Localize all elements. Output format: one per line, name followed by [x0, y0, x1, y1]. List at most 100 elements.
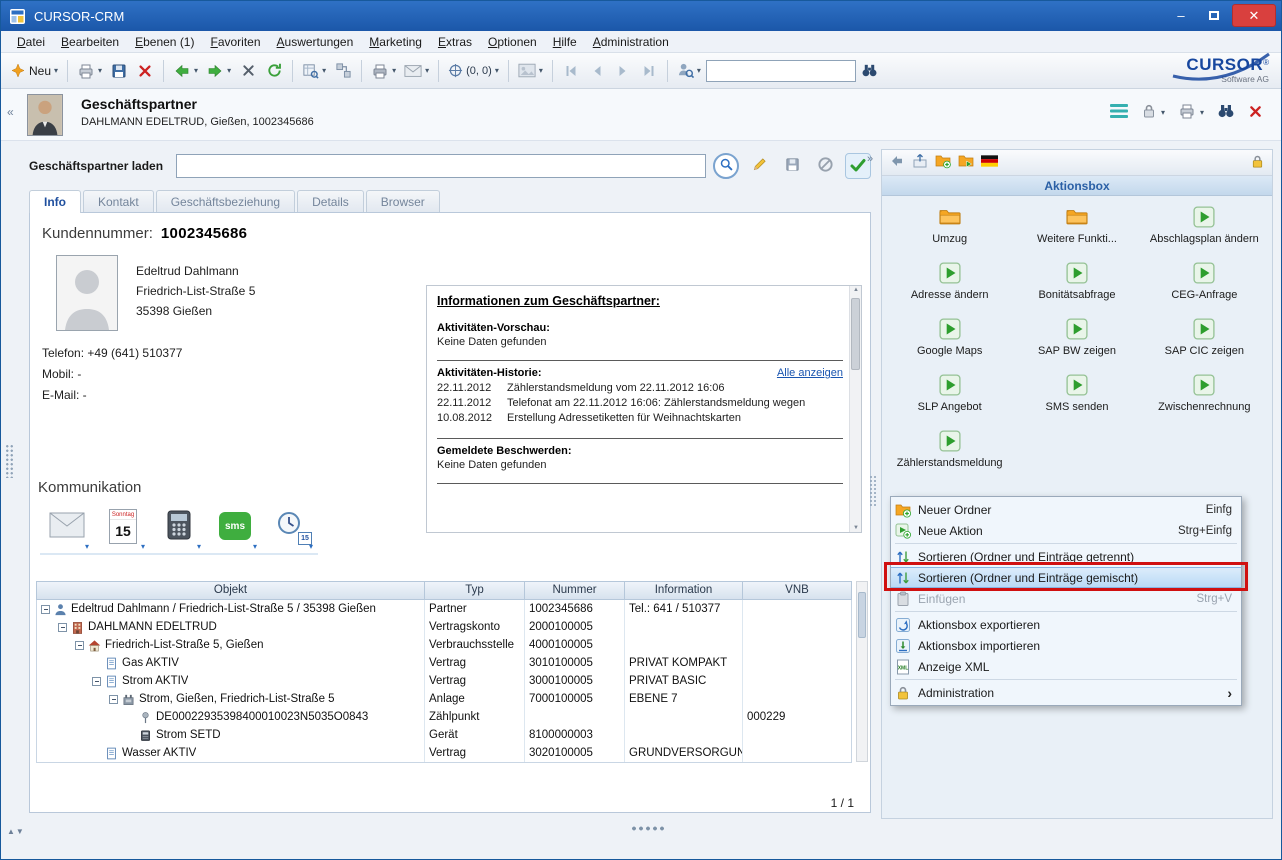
table-row[interactable]: Friedrich-List-Straße 5, GießenVerbrauch…: [37, 636, 851, 654]
action-sap-bw-zeigen[interactable]: SAP BW zeigen: [1013, 318, 1140, 359]
context-menu-aktionsbox-importieren[interactable]: Aktionsbox importieren: [891, 635, 1241, 656]
calendar-action[interactable]: Sonntag 15 ▾: [100, 503, 146, 549]
menu-marketing[interactable]: Marketing: [361, 32, 430, 52]
menu-bearbeiten[interactable]: Bearbeiten: [53, 32, 127, 52]
context-menu-neue-aktion[interactable]: Neue AktionStrg+Einfg: [891, 520, 1241, 541]
scroll-up-icon[interactable]: ▲: [850, 287, 862, 293]
tree-expander[interactable]: [58, 623, 67, 632]
menu-extras[interactable]: Extras: [430, 32, 480, 52]
partner-load-input[interactable]: [176, 154, 706, 178]
action-google-maps[interactable]: Google Maps: [886, 318, 1013, 359]
coordinates-button[interactable]: (0, 0) ▾: [445, 57, 502, 84]
minimize-button[interactable]: –: [1166, 4, 1196, 27]
sms-action[interactable]: sms ▾: [212, 503, 258, 549]
splitter-handle[interactable]: [869, 475, 877, 507]
tab-kontakt[interactable]: Kontakt: [83, 190, 154, 212]
lookup-button[interactable]: ▾: [299, 57, 329, 84]
menu-list-icon[interactable]: [1110, 104, 1128, 121]
bottom-splitter-handle[interactable]: [629, 825, 667, 832]
table-row[interactable]: DAHLMANN EDELTRUDVertragskonto2000100005: [37, 618, 851, 636]
nav-next-button[interactable]: [611, 57, 635, 84]
close-view-icon[interactable]: [1248, 104, 1263, 122]
email-action[interactable]: ▾: [44, 503, 90, 549]
folder-up-icon[interactable]: [912, 153, 928, 172]
maximize-button[interactable]: [1199, 4, 1229, 27]
nav-last-button[interactable]: [637, 57, 661, 84]
lock-icon[interactable]: [1250, 154, 1265, 172]
new-folder-icon[interactable]: [935, 153, 951, 172]
reminder-action[interactable]: 15 ▾: [268, 503, 314, 549]
context-menu-sortieren-ordner-und-einträge-getrennt[interactable]: Sortieren (Ordner und Einträge getrennt): [891, 546, 1241, 567]
print-report-button[interactable]: ▾: [368, 57, 399, 84]
chevron-down-icon[interactable]: ▾: [141, 542, 145, 551]
action-slp-angebot[interactable]: SLP Angebot: [886, 374, 1013, 415]
table-row[interactable]: Edeltrud Dahlmann / Friedrich-List-Straß…: [37, 600, 851, 618]
tree-expander[interactable]: [92, 677, 101, 686]
image-button[interactable]: ▾: [515, 57, 546, 84]
menu-auswertungen[interactable]: Auswertungen: [269, 32, 362, 52]
tab-geschäftsbeziehung[interactable]: Geschäftsbeziehung: [156, 190, 295, 212]
print-record-icon[interactable]: [1178, 102, 1196, 123]
context-menu-einfügen[interactable]: EinfügenStrg+V: [891, 588, 1241, 609]
show-all-link[interactable]: Alle anzeigen: [777, 367, 843, 379]
search-record-icon[interactable]: [1217, 102, 1235, 123]
table-row[interactable]: DE00022935398400010023N5035O0843Zählpunk…: [37, 708, 851, 726]
person-search-button[interactable]: ▾: [674, 57, 704, 84]
column-header-typ[interactable]: Typ: [425, 582, 525, 599]
chevron-down-icon[interactable]: ▾: [1161, 108, 1165, 117]
refresh-button[interactable]: [262, 57, 286, 84]
nav-first-button[interactable]: [559, 57, 583, 84]
close-record-button[interactable]: [236, 57, 260, 84]
scrollbar-thumb[interactable]: [858, 592, 866, 638]
menu-administration[interactable]: Administration: [585, 32, 677, 52]
cancel-button[interactable]: [812, 153, 838, 179]
context-menu-administration[interactable]: Administration›: [891, 682, 1241, 703]
close-button[interactable]: ✕: [1232, 4, 1276, 27]
pane-splitter[interactable]: »: [867, 149, 879, 819]
table-row[interactable]: Gas AKTIVVertrag3010100005PRIVAT KOMPAKT: [37, 654, 851, 672]
save-record-button[interactable]: [779, 153, 805, 179]
bottom-left-controls[interactable]: ▲▼: [7, 827, 25, 836]
action-abschlagsplan-ändern[interactable]: Abschlagsplan ändern: [1141, 206, 1268, 247]
context-menu-sortieren-ordner-und-einträge-gemischt[interactable]: Sortieren (Ordner und Einträge gemischt): [891, 567, 1241, 588]
left-panel-handle[interactable]: [5, 444, 14, 478]
action-umzug[interactable]: Umzug: [886, 206, 1013, 247]
edit-button[interactable]: [746, 153, 772, 179]
tree-expander[interactable]: [75, 641, 84, 650]
lock-icon[interactable]: [1141, 103, 1157, 122]
column-header-information[interactable]: Information: [625, 582, 743, 599]
nav-prev-button[interactable]: [585, 57, 609, 84]
context-menu-aktionsbox-exportieren[interactable]: Aktionsbox exportieren: [891, 614, 1241, 635]
collapse-left-icon[interactable]: «: [7, 105, 14, 119]
context-menu-anzeige-xml[interactable]: XMLAnzeige XML: [891, 656, 1241, 677]
back-button[interactable]: ▾: [170, 57, 201, 84]
action-sms-senden[interactable]: SMS senden: [1013, 374, 1140, 415]
scroll-down-icon[interactable]: ▼: [850, 525, 862, 531]
mail-button[interactable]: ▾: [401, 57, 432, 84]
german-flag-icon[interactable]: [981, 155, 998, 170]
action-bonitätsabfrage[interactable]: Bonitätsabfrage: [1013, 262, 1140, 303]
new-action-icon[interactable]: [958, 153, 974, 172]
expand-right-icon[interactable]: »: [867, 153, 873, 165]
table-row[interactable]: Strom AKTIVVertrag3000100005PRIVAT BASIC: [37, 672, 851, 690]
context-menu-neuer-ordner[interactable]: Neuer OrdnerEinfg: [891, 499, 1241, 520]
tab-info[interactable]: Info: [29, 190, 81, 213]
column-header-nummer[interactable]: Nummer: [525, 582, 625, 599]
delete-button[interactable]: [133, 57, 157, 84]
quick-search-input[interactable]: [706, 60, 856, 82]
phone-action[interactable]: ▾: [156, 503, 202, 549]
action-sap-cic-zeigen[interactable]: SAP CIC zeigen: [1141, 318, 1268, 359]
menu-optionen[interactable]: Optionen: [480, 32, 545, 52]
scrollbar-thumb[interactable]: [851, 298, 860, 370]
tree-expander[interactable]: [41, 605, 50, 614]
action-adresse-ändern[interactable]: Adresse ändern: [886, 262, 1013, 303]
column-header-vnb[interactable]: VNB: [743, 582, 851, 599]
chevron-down-icon[interactable]: ▾: [1200, 108, 1204, 117]
menu-ebenen-1[interactable]: Ebenen (1): [127, 32, 202, 52]
table-row[interactable]: Strom SETDGerät8100000003: [37, 726, 851, 744]
find-button[interactable]: [858, 57, 882, 84]
menu-datei[interactable]: Datei: [9, 32, 53, 52]
menu-hilfe[interactable]: Hilfe: [545, 32, 585, 52]
tree-expander[interactable]: [109, 695, 118, 704]
relations-button[interactable]: [331, 57, 355, 84]
